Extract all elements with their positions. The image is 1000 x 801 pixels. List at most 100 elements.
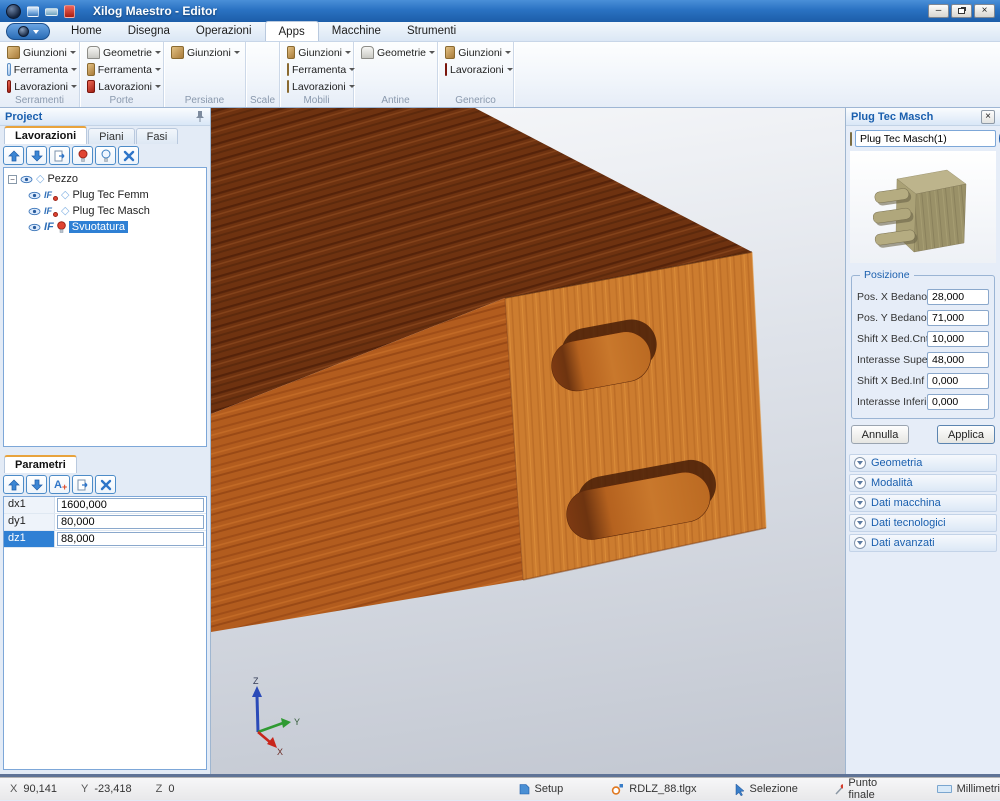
axis-y-label: Y [294, 717, 300, 727]
hardware-icon [87, 63, 95, 76]
export-button[interactable] [49, 146, 70, 165]
giunzioni-button[interactable]: Giunzioni [169, 44, 245, 61]
tab-home[interactable]: Home [58, 22, 115, 41]
shift-x-bed-inf-input[interactable] [927, 373, 989, 389]
tree-item-pezzo[interactable]: Pezzo [4, 171, 206, 187]
interasse-inferiore-input[interactable] [927, 394, 989, 410]
tree-item-svuotatura[interactable]: IF Svuotatura [4, 219, 206, 235]
export-button[interactable] [72, 475, 93, 494]
parameter-name[interactable]: dz1 [4, 531, 55, 547]
status-selection-mode[interactable]: Selezione [735, 783, 798, 796]
tab-apps[interactable]: Apps [265, 21, 319, 41]
eye-icon[interactable] [28, 207, 41, 216]
parameter-name[interactable]: dx1 [4, 497, 55, 513]
parameter-value-input[interactable] [57, 532, 204, 546]
lavorazioni-button[interactable]: Lavorazioni [285, 78, 353, 95]
status-setup[interactable]: Setup [519, 783, 564, 795]
cancel-button[interactable]: Annulla [851, 425, 909, 444]
section-dati-tecnologici[interactable]: Dati tecnologici [849, 514, 997, 532]
chevron-down-icon [345, 51, 351, 54]
lavorazioni-button[interactable]: Lavorazioni [85, 78, 163, 95]
save-icon[interactable] [27, 6, 39, 17]
tab-fasi[interactable]: Fasi [136, 128, 179, 144]
section-geometria[interactable]: Geometria [849, 454, 997, 472]
tree-item-label[interactable]: Plug Tec Masch [72, 205, 149, 217]
section-dati-macchina[interactable]: Dati macchina [849, 494, 997, 512]
section-dati-avanzati[interactable]: Dati avanzati [849, 534, 997, 552]
app-logo-icon[interactable] [6, 4, 21, 19]
geometrie-button[interactable]: Geometrie [85, 44, 163, 61]
minimize-button[interactable]: – [928, 4, 949, 18]
coord-x-value: 90,141 [23, 783, 57, 795]
delete-button[interactable] [118, 146, 139, 165]
interasse-superiore-input[interactable] [927, 352, 989, 368]
giunzioni-button[interactable]: Giunzioni [443, 44, 513, 61]
document-red-icon[interactable] [64, 5, 75, 18]
field-label: Interasse Superior [857, 354, 927, 366]
parameter-name[interactable]: dy1 [4, 514, 55, 530]
geometrie-button[interactable]: Geometrie [359, 44, 437, 61]
giunzioni-button[interactable]: Giunzioni [5, 44, 79, 61]
status-filename[interactable]: RDLZ_88.tlgx [611, 783, 696, 795]
arrow-up-icon [8, 150, 20, 162]
tree-item-label[interactable]: Svuotatura [69, 221, 128, 233]
window-icon[interactable] [45, 8, 58, 16]
tab-strumenti[interactable]: Strumenti [394, 22, 469, 41]
move-up-button[interactable] [3, 146, 24, 165]
tab-disegna[interactable]: Disegna [115, 22, 183, 41]
tree-item-label[interactable]: Pezzo [47, 173, 78, 185]
section-modalita[interactable]: Modalità [849, 474, 997, 492]
tree-item-label[interactable]: Plug Tec Femm [72, 189, 148, 201]
apply-button[interactable]: Applica [937, 425, 995, 444]
table-row[interactable]: dz1 [4, 531, 206, 548]
viewport-3d[interactable]: Z Y X [211, 108, 845, 774]
ribbon-group-scale: Scale [246, 42, 280, 107]
shift-x-bed-cnt-input[interactable] [927, 331, 989, 347]
pin-icon[interactable] [195, 110, 205, 123]
lavorazioni-button[interactable]: Lavorazioni [5, 78, 79, 95]
status-bar: X90,141 Y-23,418 Z0 Setup RDLZ_88.tlgx S… [0, 777, 1000, 800]
pos-x-bedano-input[interactable] [927, 289, 989, 305]
axis-x-label: X [277, 747, 283, 757]
enable-button[interactable] [95, 146, 116, 165]
chevron-down-icon [854, 477, 866, 489]
collapse-icon[interactable] [8, 175, 17, 184]
tab-macchine[interactable]: Macchine [319, 22, 394, 41]
wood-beam-render: Z Y X [211, 108, 845, 774]
tree-item-plug-tec-masch[interactable]: IF Plug Tec Masch [4, 203, 206, 219]
operation-name-input[interactable] [855, 130, 996, 147]
move-down-button[interactable] [26, 475, 47, 494]
machining-icon [7, 80, 11, 93]
app-menu-orb-icon [18, 26, 29, 37]
ferramenta-button[interactable]: Ferramenta [85, 61, 163, 78]
status-units[interactable]: Millimetri [937, 783, 1000, 795]
tab-operazioni[interactable]: Operazioni [183, 22, 265, 41]
tab-piani[interactable]: Piani [88, 128, 134, 144]
lavorazioni-button[interactable]: Lavorazioni [443, 61, 513, 78]
operation-thumbnail-icon [850, 132, 852, 146]
application-menu-button[interactable] [6, 23, 50, 40]
move-up-button[interactable] [3, 475, 24, 494]
parameter-value-input[interactable] [57, 515, 204, 529]
ferramenta-button[interactable]: Ferramenta [285, 61, 353, 78]
move-down-button[interactable] [26, 146, 47, 165]
eye-icon[interactable] [20, 175, 33, 184]
disable-button[interactable] [72, 146, 93, 165]
giunzioni-button[interactable]: Giunzioni [285, 44, 353, 61]
eye-icon[interactable] [28, 223, 41, 232]
table-row[interactable]: dy1 [4, 514, 206, 531]
add-parameter-button[interactable]: A+ [49, 475, 70, 494]
close-icon[interactable] [981, 110, 995, 124]
restore-button[interactable] [951, 4, 972, 18]
parameter-value-input[interactable] [57, 498, 204, 512]
table-row[interactable]: dx1 [4, 497, 206, 514]
close-button[interactable]: × [974, 4, 995, 18]
pos-y-bedano-input[interactable] [927, 310, 989, 326]
eye-icon[interactable] [28, 191, 41, 200]
tree-item-plug-tec-femm[interactable]: IF Plug Tec Femm [4, 187, 206, 203]
ferramenta-button[interactable]: Ferramenta [5, 61, 79, 78]
status-snap-mode[interactable]: Punto finale [834, 777, 895, 801]
tab-parametri[interactable]: Parametri [4, 455, 77, 473]
tab-lavorazioni[interactable]: Lavorazioni [4, 126, 87, 144]
delete-button[interactable] [95, 475, 116, 494]
